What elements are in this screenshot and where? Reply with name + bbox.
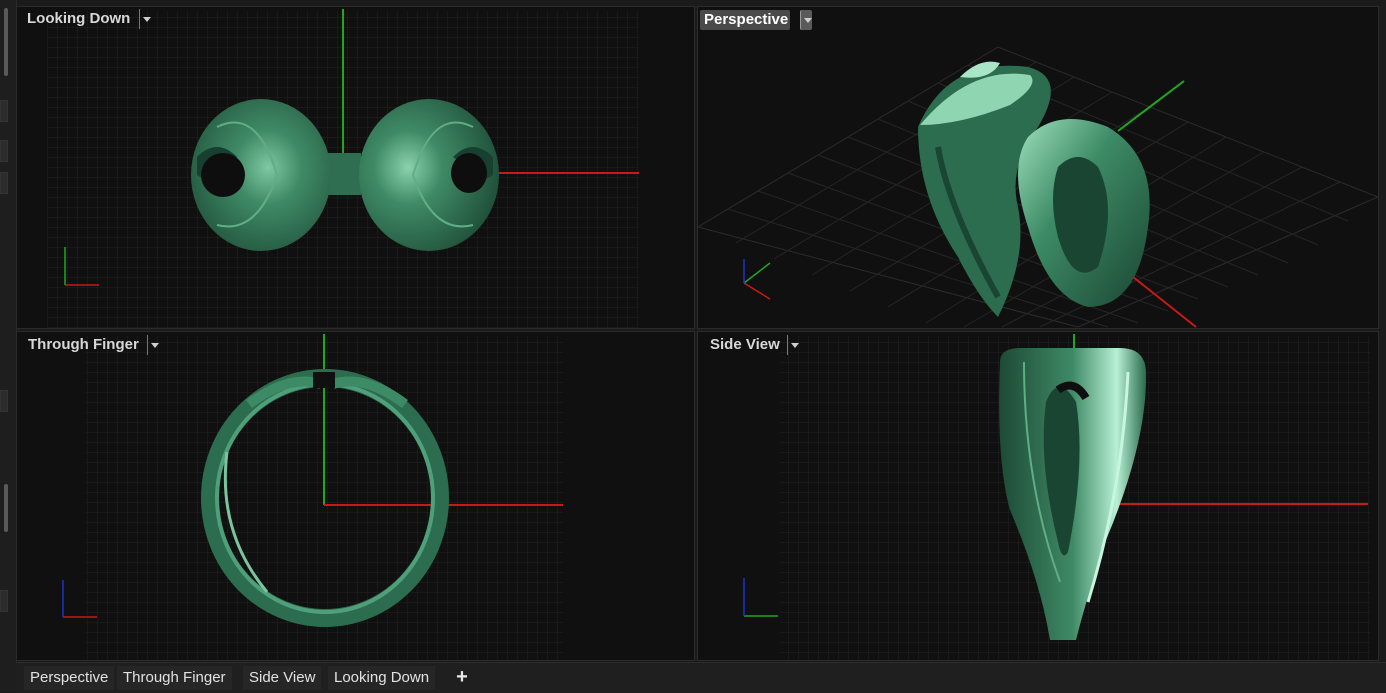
viewport-tab-bar: Perspective Through Finger Side View Loo… (16, 662, 1386, 693)
panel-scrollbar[interactable] (4, 8, 8, 76)
panel-handle[interactable] (0, 590, 8, 612)
y-axis-line (1117, 80, 1185, 132)
viewport-title[interactable]: Side View (706, 335, 784, 355)
viewport-title[interactable]: Through Finger (24, 335, 143, 355)
panel-scrollbar[interactable] (4, 484, 8, 532)
tab-side-view[interactable]: Side View (243, 666, 322, 690)
chevron-down-icon[interactable] (800, 10, 812, 30)
tab-perspective[interactable]: Perspective (24, 666, 115, 690)
viewport-canvas[interactable] (698, 7, 1379, 329)
axis-triad-icon (743, 578, 778, 617)
viewport-canvas[interactable] (698, 332, 1379, 661)
panel-handle[interactable] (0, 390, 8, 412)
viewport-side-view[interactable]: Side View (697, 331, 1379, 661)
viewport-looking-down[interactable]: Looking Down (16, 6, 695, 329)
plus-icon[interactable]: + (452, 666, 472, 690)
viewport-perspective[interactable]: Perspective (697, 6, 1379, 329)
panel-handle[interactable] (0, 140, 8, 162)
tab-looking-down[interactable]: Looking Down (328, 666, 436, 690)
viewport-canvas[interactable] (17, 332, 695, 661)
chevron-down-icon[interactable] (139, 9, 151, 29)
left-panel-strip (0, 0, 17, 692)
viewport-canvas[interactable] (17, 7, 695, 329)
tab-through-finger[interactable]: Through Finger (117, 666, 232, 690)
viewport-title[interactable]: Perspective (700, 10, 791, 30)
panel-handle[interactable] (0, 172, 8, 194)
chevron-down-icon[interactable] (787, 335, 799, 355)
viewport-through-finger[interactable]: Through Finger (16, 331, 695, 661)
viewport-title[interactable]: Looking Down (23, 9, 134, 29)
chevron-down-icon[interactable] (147, 335, 159, 355)
panel-handle[interactable] (0, 100, 8, 122)
axis-triad-icon (743, 259, 771, 300)
